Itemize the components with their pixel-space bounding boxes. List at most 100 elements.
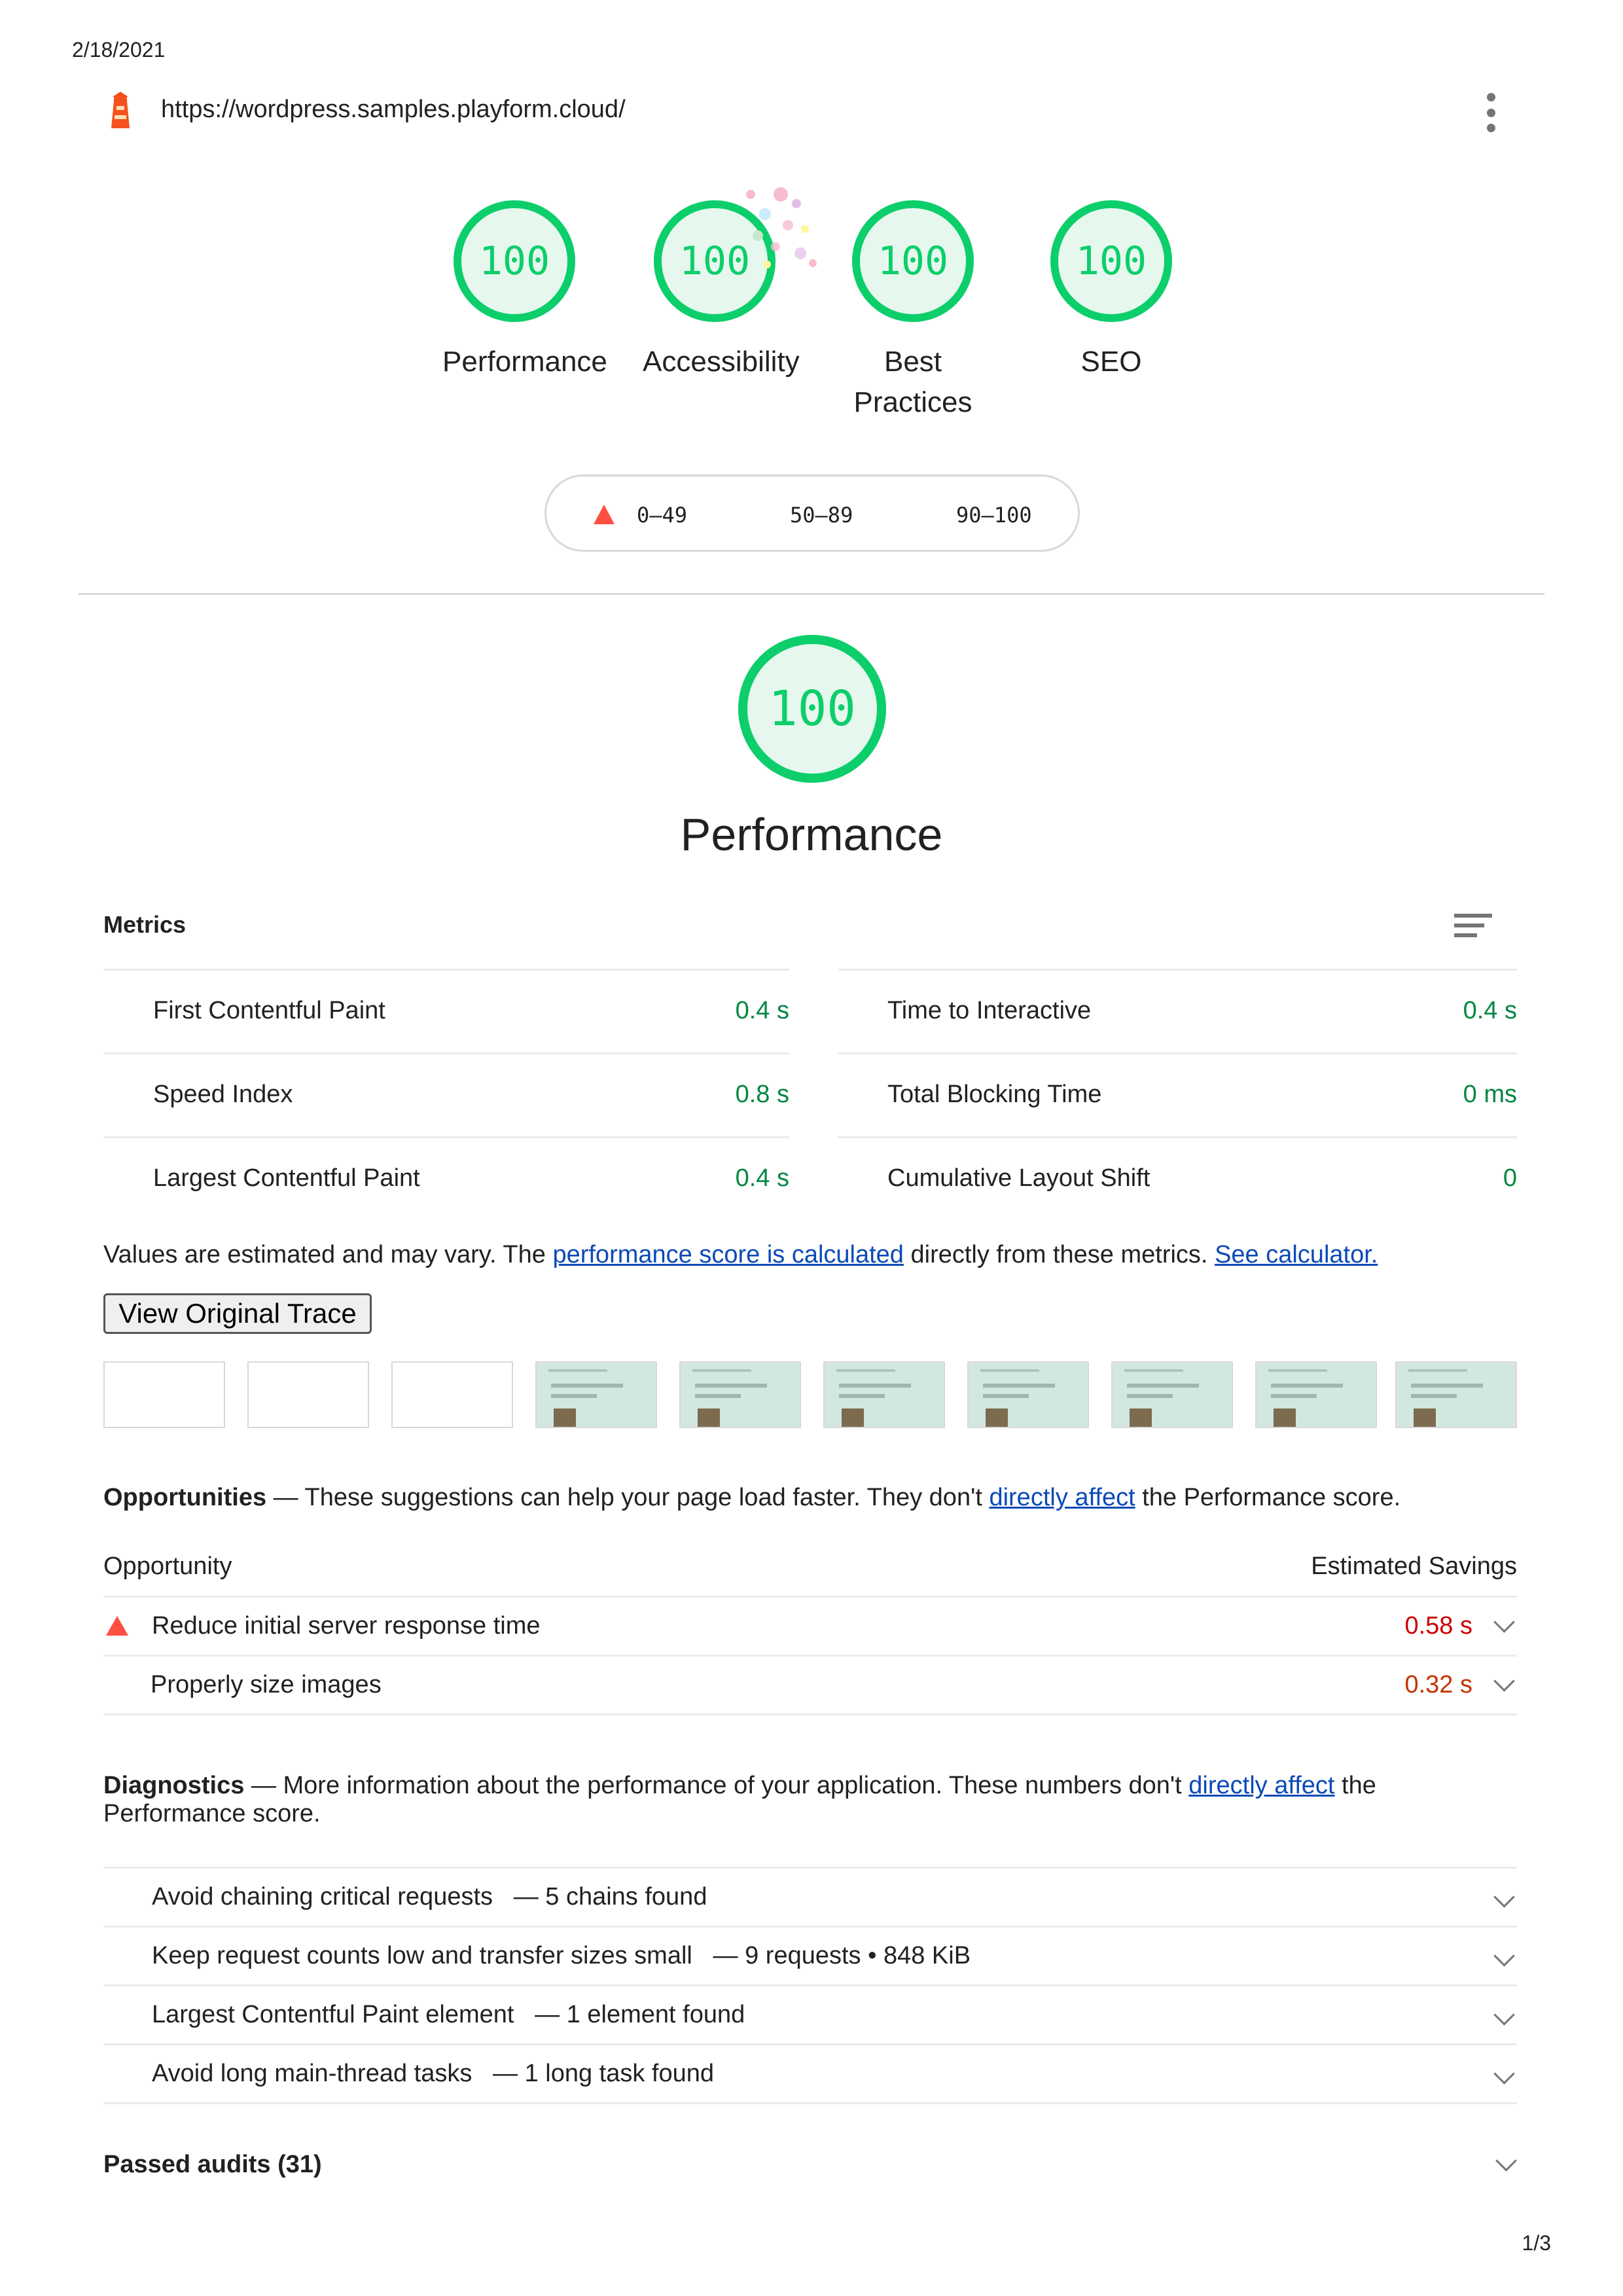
gauge-accessibility[interactable]: 100 Accessibility <box>643 200 800 382</box>
diagnostic-row[interactable]: Avoid long main-thread tasks — 1 long ta… <box>103 2043 1517 2102</box>
kebab-menu-icon[interactable] <box>1484 93 1497 132</box>
diagnostic-label: Keep request counts low and transfer siz… <box>152 1942 971 1970</box>
filmstrip-frame <box>967 1361 1089 1428</box>
print-date: 2/18/2021 <box>72 38 166 62</box>
divider <box>79 593 1544 595</box>
metrics-toggle-icon[interactable] <box>1454 914 1492 941</box>
filmstrip-frame <box>247 1361 369 1428</box>
opportunity-column-header: Opportunity <box>103 1552 232 1580</box>
chevron-down-icon[interactable] <box>1493 1670 1515 1692</box>
metric-name: Total Blocking Time <box>887 1081 1102 1108</box>
lighthouse-icon <box>111 92 130 128</box>
note-text: Values are estimated and may vary. The <box>103 1241 553 1268</box>
section-desc: the Performance score. <box>1135 1484 1401 1511</box>
metric-name: First Contentful Paint <box>153 997 385 1024</box>
gauge-label: SEO <box>1080 346 1142 378</box>
chevron-down-icon[interactable] <box>1493 2063 1515 2085</box>
gauge-label-line: Best <box>883 346 942 378</box>
note-text: directly from these metrics. <box>903 1241 1215 1268</box>
metric-speed-index: Speed Index 0.8 s <box>103 1052 789 1136</box>
filmstrip-frame <box>1255 1361 1377 1428</box>
metric-value: 0 ms <box>1463 1081 1517 1108</box>
metric-value: 0 <box>1503 1164 1517 1192</box>
diagnostic-row[interactable]: Keep request counts low and transfer siz… <box>103 1926 1517 1984</box>
metric-value: 0.8 s <box>735 1081 789 1108</box>
diagnostic-label: Largest Contentful Paint element — 1 ele… <box>152 2001 745 2029</box>
chevron-down-icon[interactable] <box>1493 1945 1515 1967</box>
performance-gauge: 100 <box>738 635 886 783</box>
see-calculator-link[interactable]: See calculator. <box>1215 1241 1378 1268</box>
chevron-down-icon[interactable] <box>1493 1886 1515 1908</box>
diagnostic-label: Avoid chaining critical requests — 5 cha… <box>152 1883 707 1911</box>
gauge-label: Performance <box>442 346 607 378</box>
diagnostic-row[interactable]: Avoid chaining critical requests — 5 cha… <box>103 1867 1517 1926</box>
legend-average: 50–89 <box>790 503 853 528</box>
gauge-best-practices[interactable]: 100 Best Practices <box>841 200 985 423</box>
metric-first-contentful-paint: First Contentful Paint 0.4 s <box>103 969 789 1052</box>
fail-triangle-icon <box>106 1616 128 1636</box>
opportunity-savings: 0.32 s <box>1404 1671 1472 1698</box>
diagnostics-header: Diagnostics — More information about the… <box>103 1771 1517 1800</box>
page-number: 1/3 <box>1522 2231 1551 2255</box>
fail-triangle-icon <box>594 505 615 524</box>
filmstrip-frame <box>391 1361 513 1428</box>
gauge-score: 100 <box>852 200 974 322</box>
opportunity-label: Reduce initial server response time <box>152 1612 541 1640</box>
metric-total-blocking-time: Total Blocking Time 0 ms <box>838 1052 1517 1136</box>
chevron-down-icon[interactable] <box>1493 2004 1515 2026</box>
metric-value: 0.4 s <box>735 997 789 1024</box>
gauge-seo[interactable]: 100 SEO <box>1039 200 1183 382</box>
diagnostic-detail: — 9 requests • 848 KiB <box>713 1942 971 1969</box>
diagnostic-title: Avoid chaining critical requests <box>152 1883 493 1910</box>
legend-fail: 0–49 <box>637 503 688 528</box>
metric-value: 0.4 s <box>1463 997 1517 1024</box>
diagnostic-title: Avoid long main-thread tasks <box>152 2060 473 2087</box>
diagnostic-label: Avoid long main-thread tasks — 1 long ta… <box>152 2060 714 2088</box>
metric-cumulative-layout-shift: Cumulative Layout Shift 0 <box>838 1136 1517 1220</box>
diagnostic-title: Largest Contentful Paint element <box>152 2001 514 2028</box>
view-original-trace-button[interactable]: View Original Trace <box>103 1293 372 1334</box>
filmstrip-frame <box>1111 1361 1233 1428</box>
chevron-down-icon[interactable] <box>1493 1611 1515 1633</box>
diagnostic-row[interactable]: Largest Contentful Paint element — 1 ele… <box>103 1984 1517 2043</box>
diagnostic-title: Keep request counts low and transfer siz… <box>152 1942 692 1969</box>
divider <box>103 1713 1517 1715</box>
directly-affect-link[interactable]: directly affect <box>989 1484 1135 1511</box>
opportunity-savings: 0.58 s <box>1404 1612 1472 1640</box>
score-calculated-link[interactable]: performance score is calculated <box>552 1241 903 1268</box>
metric-name: Speed Index <box>153 1081 293 1108</box>
gauge-performance[interactable]: 100 Performance <box>442 200 607 382</box>
values-note: Values are estimated and may vary. The p… <box>103 1241 1378 1269</box>
gauge-score: 100 <box>454 200 575 322</box>
metric-name: Cumulative Layout Shift <box>887 1164 1150 1192</box>
section-desc: — These suggestions can help your page l… <box>266 1484 990 1511</box>
divider <box>103 2102 1517 2104</box>
opportunity-row[interactable]: Properly size images 0.32 s <box>103 1655 1517 1713</box>
legend-pass: 90–100 <box>956 503 1032 528</box>
metric-name: Time to Interactive <box>887 997 1092 1024</box>
filmstrip-frame <box>1395 1361 1517 1428</box>
gauge-score: 100 <box>654 200 776 322</box>
chevron-down-icon[interactable] <box>1495 2150 1517 2172</box>
metric-name: Largest Contentful Paint <box>153 1164 420 1192</box>
report-url[interactable]: https://wordpress.samples.playform.cloud… <box>161 96 626 124</box>
gauge-score: 100 <box>1050 200 1172 322</box>
section-desc: Performance score. <box>103 1800 321 1827</box>
diagnostic-detail: — 1 long task found <box>493 2060 715 2087</box>
directly-affect-link[interactable]: directly affect <box>1188 1772 1334 1799</box>
performance-title: Performance <box>680 809 943 860</box>
filmstrip-frame <box>679 1361 801 1428</box>
diagnostic-detail: — 5 chains found <box>513 1883 707 1910</box>
metrics-title: Metrics <box>103 911 187 938</box>
section-desc: — More information about the performance… <box>244 1772 1189 1799</box>
savings-column-header: Estimated Savings <box>1311 1552 1517 1580</box>
gauge-label: Accessibility <box>643 346 800 378</box>
gauge-label-line: Practices <box>853 386 972 418</box>
opportunity-row[interactable]: Reduce initial server response time 0.58… <box>103 1596 1517 1655</box>
diagnostic-detail: — 1 element found <box>535 2001 745 2028</box>
metric-value: 0.4 s <box>735 1164 789 1192</box>
filmstrip-frame <box>535 1361 657 1428</box>
opportunities-header: Opportunities — These suggestions can he… <box>103 1483 1400 1512</box>
metric-time-to-interactive: Time to Interactive 0.4 s <box>838 969 1517 1052</box>
passed-audits-header[interactable]: Passed audits (31) <box>103 2151 322 2179</box>
